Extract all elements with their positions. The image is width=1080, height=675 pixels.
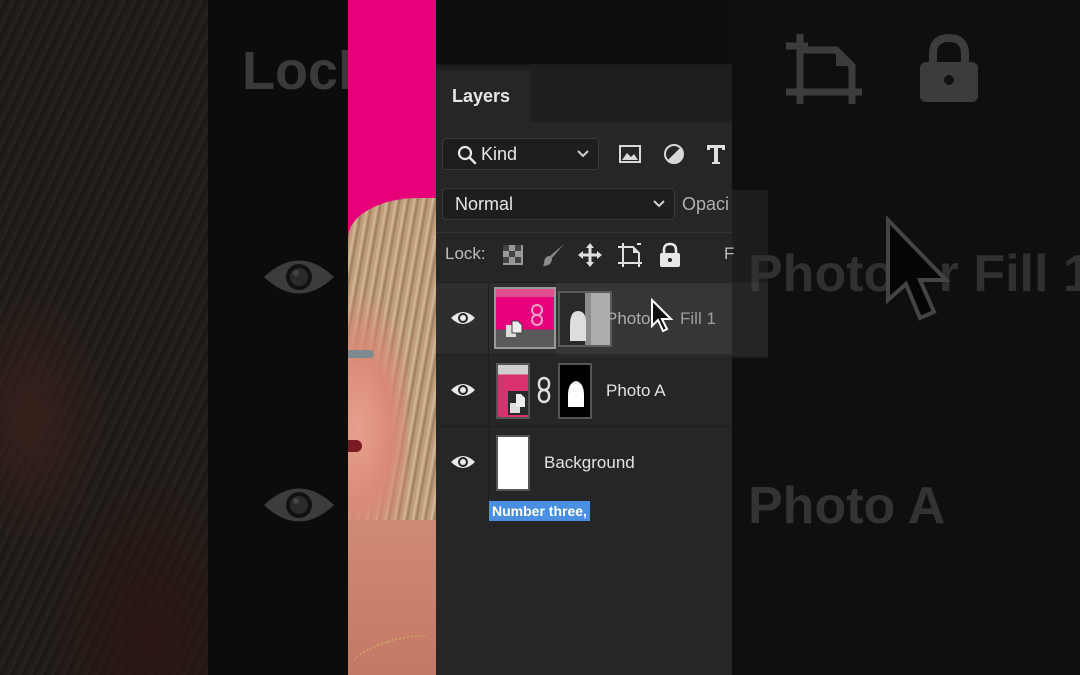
blend-mode-select[interactable]: Normal xyxy=(442,188,675,220)
ghost-layer-name: Photo A xyxy=(748,477,946,535)
lock-image-pixels-icon[interactable] xyxy=(540,242,566,268)
mask-silhouette xyxy=(568,381,584,407)
link-icon xyxy=(531,304,543,326)
chevron-down-icon xyxy=(577,150,589,158)
image-filter-icon[interactable] xyxy=(618,142,642,166)
layer-thumbnail[interactable] xyxy=(494,287,556,349)
blend-mode-value: Normal xyxy=(455,194,514,214)
layer-name[interactable]: Background xyxy=(544,453,635,473)
divider xyxy=(436,232,732,233)
ghost-eye-icon xyxy=(264,488,334,522)
fill-label: F xyxy=(724,244,735,263)
canvas-photo xyxy=(348,0,436,675)
search-icon xyxy=(457,145,477,165)
visibility-column-divider xyxy=(488,355,489,427)
eye-visibility-icon[interactable] xyxy=(450,453,476,471)
eye-visibility-icon[interactable] xyxy=(450,309,476,327)
layer-row[interactable]: Background xyxy=(436,426,732,499)
visibility-column-divider xyxy=(488,427,489,499)
background-shade xyxy=(0,0,210,675)
visibility-column-divider xyxy=(488,283,489,355)
ghost-eye-icon xyxy=(264,260,334,294)
video-frame: Lock Photo r Fill 1 Photo A Layers Kind … xyxy=(0,0,1080,675)
layer-thumbnail[interactable] xyxy=(496,363,530,419)
ghost-artboard-lock-icon xyxy=(786,34,862,104)
lock-row: Lock: F xyxy=(436,236,735,280)
eye-visibility-icon[interactable] xyxy=(450,381,476,399)
tab-layers[interactable]: Layers xyxy=(436,70,530,122)
layer-thumbnail[interactable] xyxy=(496,435,530,491)
layer-mask-thumbnail[interactable] xyxy=(558,363,592,419)
ghost-lock-icon xyxy=(920,33,978,102)
lock-artboard-icon[interactable] xyxy=(617,242,643,268)
layer-row[interactable]: Photo A xyxy=(436,354,732,427)
subtitle-caption: Number three, xyxy=(489,501,590,521)
lock-all-icon[interactable] xyxy=(657,242,683,268)
opacity-label: Opaci xyxy=(682,194,730,214)
filter-kind-select[interactable]: Kind xyxy=(442,138,599,170)
lock-transparent-pixels-icon[interactable] xyxy=(500,242,526,268)
adjustment-filter-icon[interactable] xyxy=(662,142,686,166)
smart-object-icon xyxy=(506,320,523,337)
lock-label: Lock: xyxy=(445,244,486,263)
smart-object-icon xyxy=(508,391,528,415)
link-icon[interactable] xyxy=(536,375,552,405)
panel-tab-bar: Layers xyxy=(436,66,732,122)
type-filter-icon[interactable] xyxy=(704,142,728,166)
layer-filter-row: Kind xyxy=(442,138,732,170)
photo-lip xyxy=(348,440,362,452)
photo-eye xyxy=(348,350,374,358)
chevron-down-icon xyxy=(653,200,665,208)
filter-kind-label: Kind xyxy=(481,144,518,164)
layer-name[interactable]: Photo A xyxy=(606,381,666,401)
layers-panel: Layers Kind Normal Opaci Lock: F Photo F… xyxy=(436,64,735,675)
ghost-cursor-icon xyxy=(886,216,951,321)
lock-position-icon[interactable] xyxy=(577,242,603,268)
mouse-cursor-icon xyxy=(651,298,674,333)
